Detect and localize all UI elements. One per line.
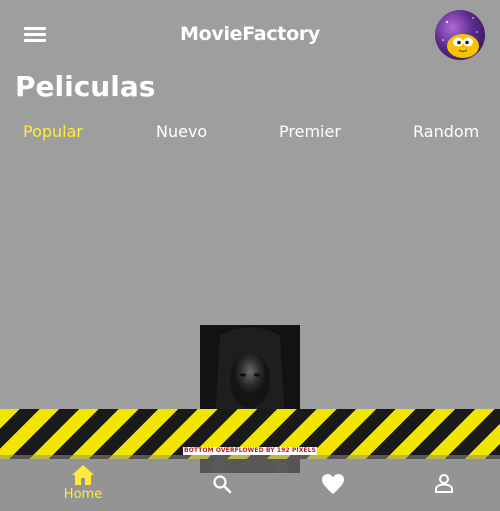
home-icon <box>72 465 94 485</box>
heart-icon <box>322 474 344 494</box>
tab-nuevo[interactable]: Nuevo <box>156 122 207 141</box>
tab-random[interactable]: Random <box>413 122 479 141</box>
nav-home[interactable]: Home <box>53 455 113 511</box>
app-title: MovieFactory <box>180 23 320 45</box>
overflow-warning-label: BOTTOM OVERFLOWED BY 192 PIXELS <box>183 447 317 455</box>
avatar-character-icon <box>442 17 479 58</box>
tab-premier[interactable]: Premier <box>279 122 341 141</box>
nav-home-label: Home <box>63 487 103 502</box>
nav-search[interactable] <box>200 455 244 511</box>
search-icon <box>213 475 232 494</box>
page-title: Peliculas <box>15 70 156 103</box>
nav-profile[interactable] <box>422 455 466 511</box>
bottom-navigation: Home <box>0 455 500 511</box>
nav-favorites[interactable] <box>311 455 355 511</box>
tab-popular[interactable]: Popular <box>23 122 83 141</box>
avatar[interactable] <box>435 10 485 60</box>
category-tabs: Popular Nuevo Premier Random <box>0 122 500 146</box>
app-bar: MovieFactory <box>0 0 500 72</box>
person-icon <box>435 474 453 493</box>
